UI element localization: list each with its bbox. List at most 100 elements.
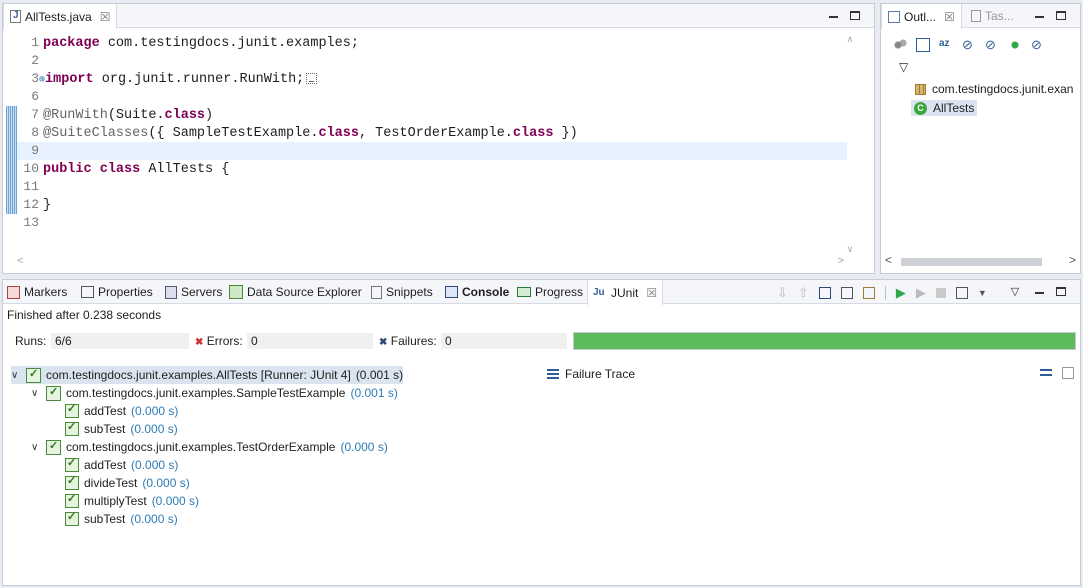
view-menu-icon[interactable]: ▽ [1008, 284, 1022, 298]
tasks-icon [971, 10, 981, 22]
view-menu-icon[interactable]: ▽ [899, 60, 908, 74]
tab-console[interactable]: Console [445, 280, 509, 304]
tab-junit[interactable]: Ju JUnit ☒ [587, 280, 664, 305]
maximize-button[interactable] [848, 8, 862, 22]
scroll-down-icon[interactable]: ∨ [844, 244, 856, 256]
suite-passed-icon [46, 439, 61, 455]
tree-row-class[interactable]: ∨ com.testingdocs.junit.examples.SampleT… [31, 384, 398, 402]
editor-tab-alltests[interactable]: J AllTests.java ☒ [3, 4, 118, 29]
tree-row-test[interactable]: subTest (0.000 s) [65, 510, 178, 528]
minimize-button[interactable] [826, 8, 840, 22]
failures-value: 0 [441, 333, 567, 349]
junit-toolbar: ⇩ ⇧ ▶ ▶ ▼ [777, 285, 987, 301]
minimize-button[interactable] [1032, 8, 1046, 22]
properties-icon [81, 286, 94, 298]
hide-nonpublic-icon[interactable] [1008, 38, 1022, 52]
test-passed-icon [65, 510, 79, 526]
scroll-right-icon[interactable]: > [1069, 253, 1076, 267]
finished-message: Finished after 0.238 seconds [7, 308, 162, 322]
tree-row-test[interactable]: addTest (0.000 s) [65, 402, 178, 420]
scroll-lock-icon[interactable] [840, 287, 853, 299]
filter-stack-icon[interactable] [1040, 367, 1054, 381]
hide-fields-icon[interactable]: ⊘ [962, 38, 976, 52]
tree-row-test[interactable]: subTest (0.000 s) [65, 420, 178, 438]
errors-value: 0 [247, 333, 373, 349]
stop-icon[interactable] [935, 288, 946, 298]
editor-horizontal-scrollbar[interactable]: < > [17, 255, 844, 269]
chevron-down-icon[interactable]: ∨ [31, 388, 41, 399]
tab-snippets[interactable]: Snippets [371, 280, 433, 304]
editor-vertical-scrollbar[interactable]: ∧ ∨ [844, 34, 856, 256]
maximize-button[interactable] [1054, 8, 1068, 22]
close-icon[interactable]: ☒ [100, 10, 111, 24]
minimize-button[interactable] [1032, 284, 1046, 298]
tree-row-class[interactable]: ∨ com.testingdocs.junit.examples.TestOrd… [31, 438, 388, 456]
test-results-tree[interactable]: ∨ com.testingdocs.junit.examples.AllTest… [7, 364, 543, 574]
scroll-thumb[interactable] [901, 258, 1042, 266]
outline-horizontal-scrollbar[interactable]: < > [885, 253, 1076, 269]
chevron-down-icon[interactable]: ∨ [11, 370, 21, 381]
junit-progress-bar [573, 332, 1076, 350]
tab-data-source-explorer[interactable]: Data Source Explorer [229, 280, 362, 304]
history-icon[interactable] [955, 287, 968, 299]
runs-label: Runs: [15, 334, 47, 348]
test-passed-icon [65, 402, 79, 418]
class-icon: C [914, 101, 927, 115]
code-line: 6 [31, 89, 39, 104]
scroll-left-icon[interactable]: < [17, 255, 23, 267]
close-icon[interactable]: ☒ [646, 286, 657, 300]
scroll-right-icon[interactable]: > [838, 255, 844, 267]
markers-icon [7, 285, 20, 299]
console-icon [445, 286, 458, 298]
progress-icon [517, 287, 531, 297]
chevron-down-icon[interactable]: ∨ [31, 442, 41, 453]
code-line-current: 9 [17, 142, 847, 160]
show-failures-only-icon[interactable] [818, 287, 831, 299]
suite-passed-icon [46, 385, 61, 401]
tree-row-test[interactable]: divideTest (0.000 s) [65, 474, 190, 492]
editor-tabbar: J AllTests.java ☒ [3, 4, 874, 29]
tree-row-suite[interactable]: ∨ com.testingdocs.junit.examples.AllTest… [11, 366, 404, 384]
maximize-button[interactable] [1054, 284, 1068, 298]
outline-class[interactable]: C AllTests [911, 100, 978, 116]
rerun-icon[interactable]: ▶ [896, 285, 906, 301]
sort-icon[interactable]: az [939, 38, 953, 52]
progress-fill [574, 333, 1075, 349]
failure-icon: ✖ [379, 337, 388, 348]
change-ruler [6, 106, 17, 214]
scroll-left-icon[interactable]: < [885, 253, 892, 267]
servers-icon [165, 285, 177, 299]
bottom-tabbar: Markers Properties Servers Data Source E… [3, 280, 1080, 305]
tree-row-test[interactable]: addTest (0.000 s) [65, 456, 178, 474]
collapse-all-icon[interactable] [916, 38, 930, 52]
test-passed-icon [65, 474, 79, 490]
scroll-up-icon[interactable]: ∧ [844, 34, 856, 46]
rerun-failures-icon[interactable]: ▶ [916, 285, 926, 301]
skipped-tests-icon[interactable] [862, 287, 875, 299]
compare-icon[interactable] [1062, 367, 1074, 379]
tab-servers[interactable]: Servers [165, 280, 222, 304]
hide-static-icon[interactable]: ⊘ [985, 38, 999, 52]
chevron-down-icon[interactable]: ▼ [978, 288, 987, 298]
next-failure-icon[interactable]: ⇩ [777, 285, 788, 301]
outline-package[interactable]: com.testingdocs.junit.exan [915, 82, 1073, 96]
tab-progress[interactable]: Progress [517, 280, 583, 304]
group-icon[interactable] [893, 38, 907, 52]
tab-markers[interactable]: Markers [7, 280, 67, 304]
hide-local-types-icon[interactable]: ⊘ [1031, 38, 1045, 52]
code-line: 7 @RunWith(Suite.class) [31, 107, 214, 123]
code-line: 11 [23, 179, 39, 194]
code-area[interactable]: 1 package com.testingdocs.junit.examples;… [17, 34, 847, 232]
code-line: 10 public class AllTests { [23, 161, 230, 177]
close-icon[interactable]: ☒ [944, 10, 955, 24]
tab-tasks[interactable]: Tas... [965, 4, 1020, 28]
failure-trace-header: Failure Trace [547, 364, 1080, 384]
tab-outline[interactable]: Outl... ☒ [881, 4, 962, 29]
folded-block-icon[interactable] [306, 72, 318, 84]
previous-failure-icon[interactable]: ⇧ [798, 285, 809, 301]
snippets-icon [371, 285, 382, 299]
suite-passed-icon [26, 367, 41, 383]
tree-row-test[interactable]: multiplyTest (0.000 s) [65, 492, 199, 510]
tab-properties[interactable]: Properties [81, 280, 153, 304]
errors-label: ✖ Errors: [195, 334, 243, 348]
